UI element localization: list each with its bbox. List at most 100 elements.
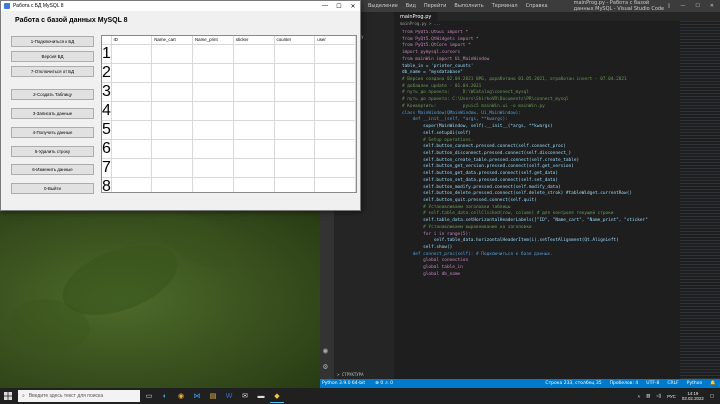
file-explorer-icon[interactable]: ▤ (206, 389, 220, 403)
edge-icon[interactable]: ◐ (158, 389, 172, 403)
menu-item-selection[interactable]: Выделение (368, 3, 398, 9)
table-cell[interactable] (314, 139, 356, 159)
table-cell[interactable] (192, 120, 234, 140)
table-cell[interactable] (111, 158, 153, 178)
table-cell[interactable] (151, 44, 193, 64)
table-cell[interactable] (111, 120, 153, 140)
column-header[interactable]: user (314, 36, 356, 45)
vscode-icon[interactable]: ⋈ (190, 389, 204, 403)
volume-icon[interactable]: ◁) (656, 393, 661, 399)
column-header[interactable]: ID (111, 36, 153, 45)
table-cell[interactable] (233, 82, 275, 102)
terminal-icon[interactable]: ▬ (254, 389, 268, 403)
layout-icon[interactable]: ▯ (668, 3, 671, 9)
table-cell[interactable] (314, 101, 356, 121)
maximize-icon[interactable]: ☐ (332, 3, 346, 10)
column-header[interactable]: counter (274, 36, 316, 45)
table-cell[interactable] (274, 158, 316, 178)
table-cell[interactable] (233, 120, 275, 140)
delete-row-button[interactable]: 5-Удалить строку (11, 146, 94, 157)
table-row[interactable]: 7 (102, 158, 356, 178)
table-cell[interactable] (192, 44, 234, 64)
table-cell[interactable] (151, 82, 193, 102)
table-cell[interactable] (233, 63, 275, 83)
table-cell[interactable] (111, 44, 153, 64)
table-row[interactable]: 5 (102, 120, 356, 140)
menu-item-view[interactable]: Вид (406, 3, 416, 9)
taskbar-search[interactable]: ⌕ Введите здесь текст для поиска (18, 390, 140, 402)
menu-item-terminal[interactable]: Терминал (492, 3, 518, 9)
table-row[interactable]: 4 (102, 101, 356, 121)
table-cell[interactable] (274, 101, 316, 121)
language-icon[interactable]: РУС (667, 394, 676, 399)
table-cell[interactable] (151, 101, 193, 121)
write-data-button[interactable]: 3-Записать данные (11, 108, 94, 119)
table-cell[interactable] (274, 82, 316, 102)
table-cell[interactable] (233, 101, 275, 121)
table-cell[interactable] (274, 139, 316, 159)
account-icon[interactable]: ◉ (323, 346, 328, 355)
start-button[interactable] (0, 388, 16, 404)
row-number[interactable]: 4 (102, 101, 112, 121)
table-row[interactable]: 2 (102, 63, 356, 83)
table-cell[interactable] (111, 63, 153, 83)
get-data-button[interactable]: 4-Получить данные (11, 127, 94, 138)
table-cell[interactable] (111, 139, 153, 159)
column-header[interactable]: Name_cart (151, 36, 193, 45)
table-cell[interactable] (233, 158, 275, 178)
table-cell[interactable] (274, 120, 316, 140)
cursor-position[interactable]: Строка 233, столбец 35 (545, 381, 601, 386)
table-cell[interactable] (192, 158, 234, 178)
line-endings[interactable]: CRLF (667, 381, 678, 386)
outline-section[interactable]: > СТРУКТУРА (334, 372, 364, 377)
table-cell[interactable] (111, 82, 153, 102)
version-button[interactable]: Версия БД (11, 51, 94, 62)
encoding[interactable]: UTF-8 (646, 381, 659, 386)
python-app-icon[interactable]: ◆ (270, 389, 284, 403)
table-row[interactable]: 1 (102, 44, 356, 64)
clock[interactable]: 14:19 03.02.2022 (682, 391, 704, 401)
network-icon[interactable]: ▥ (646, 393, 650, 399)
table-cell[interactable] (233, 44, 275, 64)
table-row[interactable]: 6 (102, 139, 356, 159)
table-cell[interactable] (314, 120, 356, 140)
table-cell[interactable] (151, 63, 193, 83)
data-table[interactable]: ID Name_cart Name_print sticker counter … (101, 35, 357, 193)
problems-count[interactable]: ⊗ 0 ⚠ 0 (375, 381, 393, 386)
table-corner[interactable] (102, 36, 112, 45)
chevron-up-icon[interactable]: ˄ (637, 394, 640, 399)
table-cell[interactable] (274, 177, 316, 192)
row-number[interactable]: 8 (102, 177, 112, 192)
table-cell[interactable] (314, 44, 356, 64)
minimize-icon[interactable]: — (680, 3, 685, 9)
table-cell[interactable] (192, 63, 234, 83)
python-interpreter[interactable]: Python 3.9.0 64-bit (322, 381, 365, 386)
close-icon[interactable]: ✕ (346, 3, 360, 10)
table-cell[interactable] (233, 177, 275, 192)
table-row[interactable]: 8 (102, 177, 356, 192)
table-cell[interactable] (192, 177, 234, 192)
indentation[interactable]: Пробелов: 4 (610, 381, 639, 386)
table-cell[interactable] (314, 177, 356, 192)
disconnect-button[interactable]: 7-Отключиться от БД (11, 66, 94, 77)
create-table-button[interactable]: 2-Создать Таблицу (11, 89, 94, 100)
table-cell[interactable] (111, 177, 153, 192)
table-cell[interactable] (314, 63, 356, 83)
table-cell[interactable] (274, 44, 316, 64)
row-number[interactable]: 6 (102, 139, 112, 159)
code-editor[interactable]: mainProg.py mainProg.py > ... from PyQt5… (394, 12, 720, 379)
table-cell[interactable] (274, 63, 316, 83)
table-cell[interactable] (314, 82, 356, 102)
column-header[interactable]: Name_print (192, 36, 234, 45)
settings-gear-icon[interactable]: ⚙ (323, 362, 328, 371)
table-cell[interactable] (151, 120, 193, 140)
column-header[interactable]: sticker (233, 36, 275, 45)
table-row[interactable]: 3 (102, 82, 356, 102)
language-mode[interactable]: Python (687, 381, 703, 386)
minimap[interactable] (680, 21, 720, 379)
row-number[interactable]: 5 (102, 120, 112, 140)
minimize-icon[interactable]: — (318, 3, 332, 10)
mail-icon[interactable]: ✉ (238, 389, 252, 403)
row-number[interactable]: 3 (102, 82, 112, 102)
menu-item-run[interactable]: Выполнить (454, 3, 483, 9)
